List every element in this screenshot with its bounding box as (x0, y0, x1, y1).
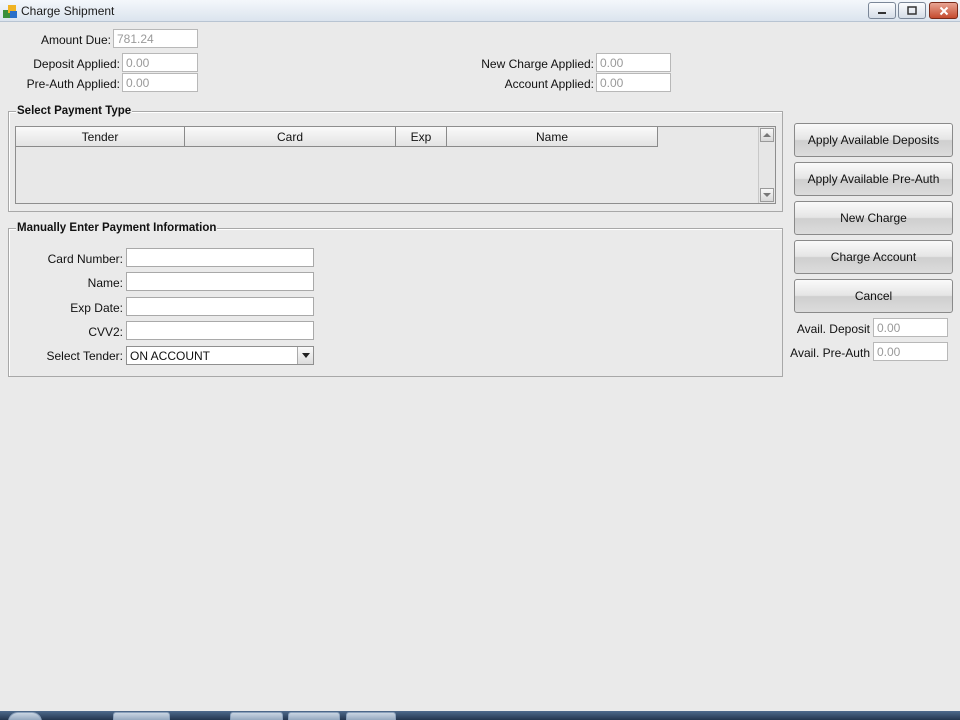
name-label: Name: (87, 276, 123, 290)
avail-deposit-label: Avail. Deposit (796, 322, 870, 336)
amount-due-field[interactable] (113, 29, 198, 48)
minimize-button[interactable] (868, 2, 896, 19)
start-button[interactable] (8, 712, 42, 720)
exp-date-input[interactable] (126, 297, 314, 316)
select-payment-type-legend: Select Payment Type (16, 105, 133, 117)
scroll-down-button[interactable] (760, 188, 774, 202)
new-charge-applied-field[interactable] (596, 53, 671, 72)
maximize-button[interactable] (898, 2, 926, 19)
app-icon (3, 5, 17, 18)
new-charge-applied-label: New Charge Applied: (481, 57, 594, 71)
close-button[interactable] (929, 2, 958, 19)
preauth-applied-label: Pre-Auth Applied: (26, 77, 120, 91)
deposit-applied-label: Deposit Applied: (33, 57, 120, 71)
close-icon (939, 6, 948, 15)
avail-preauth-field[interactable] (873, 342, 948, 361)
new-charge-button[interactable]: New Charge (794, 201, 953, 235)
os-taskbar (0, 711, 960, 720)
column-header-exp[interactable]: Exp (396, 127, 447, 147)
card-number-input[interactable] (126, 248, 314, 267)
avail-preauth-label: Avail. Pre-Auth (790, 346, 870, 360)
select-tender-label: Select Tender: (46, 349, 124, 363)
maximize-icon (907, 6, 917, 15)
taskbar-item[interactable] (346, 712, 396, 720)
avail-deposit-field[interactable] (873, 318, 948, 337)
scroll-up-button[interactable] (760, 128, 774, 142)
manual-payment-group (8, 228, 783, 377)
cvv2-label: CVV2: (88, 325, 123, 339)
column-header-name[interactable]: Name (447, 127, 658, 147)
window-titlebar: Charge Shipment (0, 0, 960, 22)
charge-account-button[interactable]: Charge Account (794, 240, 953, 274)
tender-select[interactable]: ON ACCOUNT (126, 346, 314, 365)
scroll-down-icon (763, 193, 771, 197)
column-header-tender[interactable]: Tender (16, 127, 185, 147)
account-applied-label: Account Applied: (504, 77, 594, 91)
grid-vertical-scrollbar[interactable] (758, 127, 775, 203)
taskbar-item[interactable] (288, 712, 340, 720)
cvv2-input[interactable] (126, 321, 314, 340)
preauth-applied-field[interactable] (122, 73, 198, 92)
apply-available-preauth-button[interactable]: Apply Available Pre-Auth (794, 162, 953, 196)
chevron-down-icon (301, 353, 310, 358)
window-title: Charge Shipment (21, 4, 115, 18)
card-number-label: Card Number: (47, 252, 123, 266)
apply-available-deposits-button[interactable]: Apply Available Deposits (794, 123, 953, 157)
amount-due-label: Amount Due: (40, 33, 111, 47)
deposit-applied-field[interactable] (122, 53, 198, 72)
column-header-card[interactable]: Card (185, 127, 396, 147)
minimize-icon (878, 11, 886, 14)
payment-type-grid[interactable]: Tender Card Exp Name (15, 126, 776, 204)
taskbar-item[interactable] (230, 712, 283, 720)
tender-select-value: ON ACCOUNT (130, 349, 211, 363)
taskbar-item[interactable] (113, 712, 170, 720)
exp-date-label: Exp Date: (70, 301, 123, 315)
scroll-up-icon (763, 133, 771, 137)
tender-dropdown-button[interactable] (297, 347, 313, 364)
name-input[interactable] (126, 272, 314, 291)
cancel-button[interactable]: Cancel (794, 279, 953, 313)
account-applied-field[interactable] (596, 73, 671, 92)
manual-payment-legend: Manually Enter Payment Information (16, 222, 218, 234)
